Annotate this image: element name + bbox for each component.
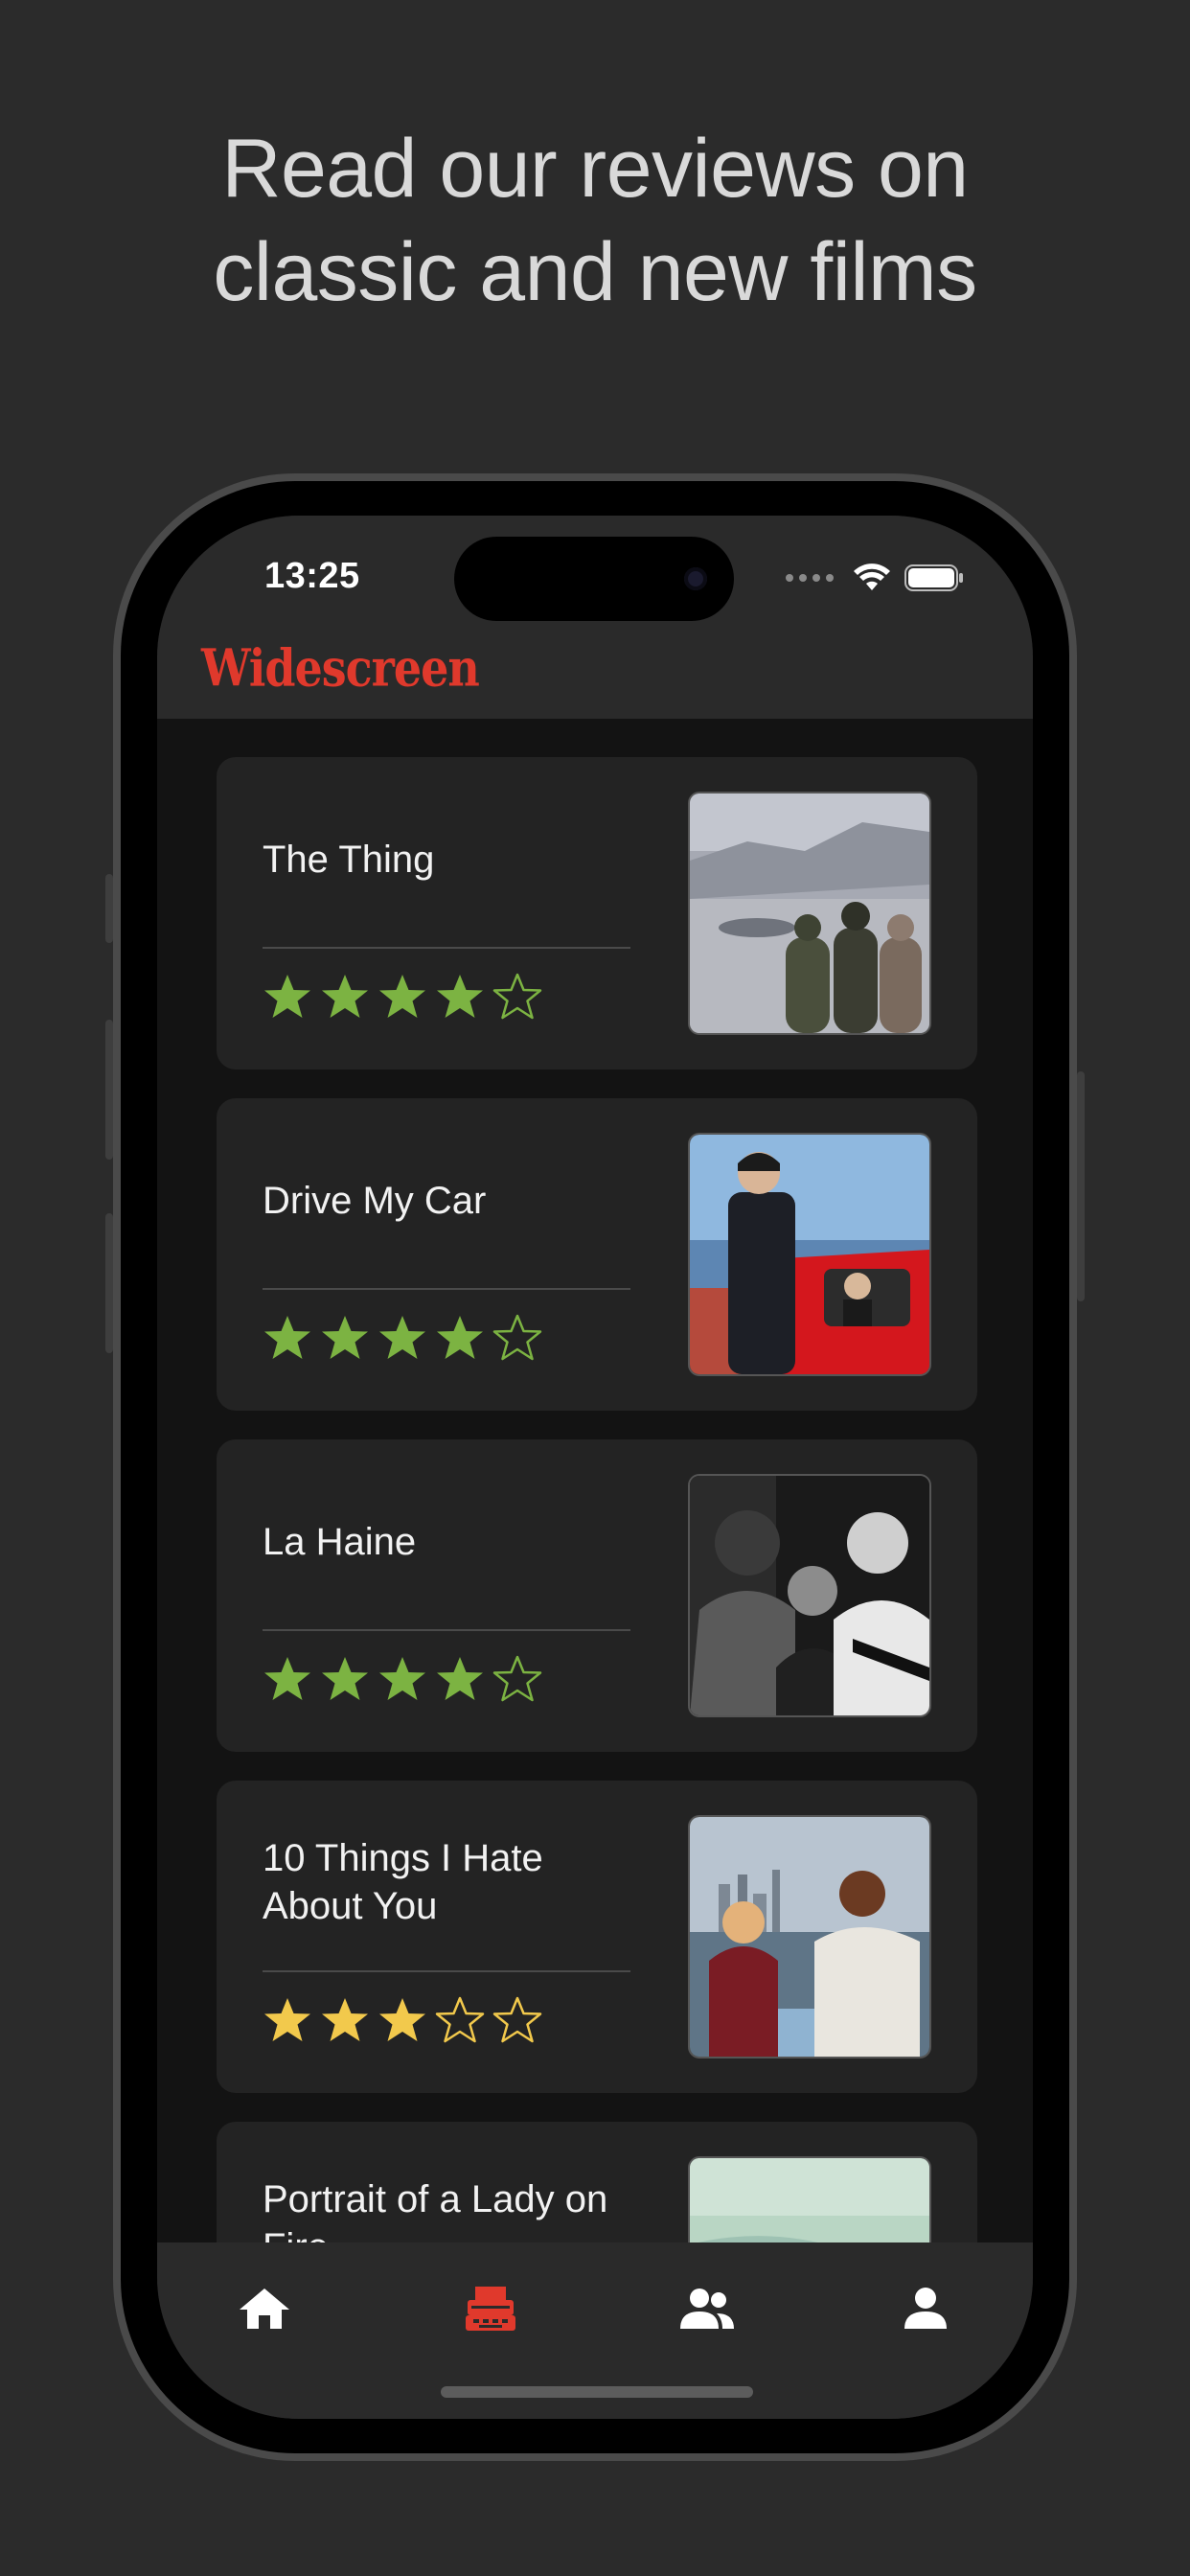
card-divider: [263, 947, 630, 949]
star-filled-icon: [264, 1316, 310, 1359]
star-filled-icon: [264, 975, 310, 1018]
star-rating: [263, 1313, 542, 1363]
phone-screen: 13:25 Widescreen The Thing Drive My Car …: [157, 516, 1033, 2419]
star-rating: [263, 1654, 542, 1704]
star-filled-icon: [379, 1316, 425, 1359]
app-header: 13:25 Widescreen: [157, 516, 1033, 719]
people-icon[interactable]: [678, 2285, 736, 2333]
review-card[interactable]: The Thing: [217, 757, 977, 1070]
review-card[interactable]: 10 Things I Hate About You: [217, 1781, 977, 2093]
review-card[interactable]: La Haine: [217, 1439, 977, 1752]
film-still-10-things: [688, 1815, 931, 2058]
star-rating: [263, 1995, 542, 2045]
app-logo[interactable]: Widescreen: [201, 638, 480, 698]
action-button: [105, 874, 113, 943]
status-time: 13:25: [264, 556, 360, 596]
cellular-signal-icon: [786, 574, 834, 582]
film-still-the-thing: [688, 792, 931, 1035]
power-button: [1077, 1071, 1085, 1301]
film-still-la-haine: [688, 1474, 931, 1717]
star-filled-icon: [264, 1998, 310, 2041]
volume-up-button: [105, 1020, 113, 1160]
star-filled-icon: [379, 1998, 425, 2041]
review-title: 10 Things I Hate About You: [263, 1837, 543, 1927]
star-filled-icon: [437, 1657, 483, 1700]
star-filled-icon: [379, 1657, 425, 1700]
status-icons: [786, 564, 964, 592]
wifi-icon: [854, 564, 890, 590]
card-divider: [263, 1629, 630, 1631]
review-card[interactable]: Drive My Car: [217, 1098, 977, 1411]
card-divider: [263, 1288, 630, 1290]
film-still-drive-my-car: [688, 1133, 931, 1376]
review-title: Drive My Car: [263, 1180, 487, 1222]
headline-line-2: classic and new films: [213, 226, 977, 318]
star-rating: [263, 972, 542, 1022]
star-empty-icon: [492, 1314, 542, 1361]
star-filled-icon: [322, 975, 368, 1018]
review-title: The Thing: [263, 839, 435, 881]
marketing-headline: Read our reviews on classic and new film…: [0, 117, 1190, 324]
star-filled-icon: [264, 1657, 310, 1700]
review-title: La Haine: [263, 1521, 417, 1563]
star-filled-icon: [322, 1657, 368, 1700]
star-filled-icon: [437, 975, 483, 1018]
star-filled-icon: [322, 1316, 368, 1359]
typewriter-icon[interactable]: [462, 2285, 519, 2333]
tab-bar: [157, 2242, 1033, 2419]
headline-line-1: Read our reviews on: [221, 123, 969, 215]
dynamic-island: [454, 537, 734, 621]
star-empty-icon: [492, 1996, 542, 2043]
star-empty-icon: [492, 1655, 542, 1702]
volume-down-button: [105, 1213, 113, 1353]
battery-icon: [904, 564, 963, 591]
home-icon[interactable]: [236, 2285, 293, 2333]
home-indicator[interactable]: [441, 2386, 753, 2398]
camera-icon: [684, 567, 707, 590]
person-icon[interactable]: [897, 2285, 954, 2333]
star-filled-icon: [437, 1316, 483, 1359]
star-filled-icon: [322, 1998, 368, 2041]
card-divider: [263, 1970, 630, 1972]
star-filled-icon: [379, 975, 425, 1018]
star-empty-icon: [492, 973, 542, 1020]
star-empty-icon: [435, 1996, 485, 2043]
